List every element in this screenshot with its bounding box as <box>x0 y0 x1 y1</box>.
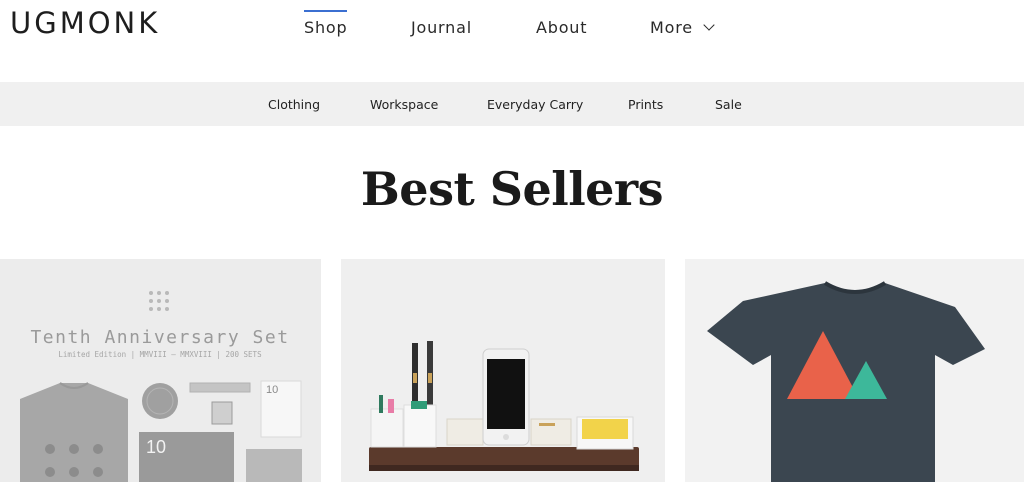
product-card-triangle-tee[interactable] <box>685 259 1024 482</box>
section-title: Best Sellers <box>360 162 664 216</box>
notebook-number: 10 <box>146 437 166 457</box>
chevron-down-icon <box>703 19 715 31</box>
anniversary-title: Tenth Anniversary Set <box>30 327 289 348</box>
main-nav: Shop Journal About More <box>0 0 1024 60</box>
anniversary-set-image: Tenth Anniversary Set Limited Edition | … <box>20 291 302 482</box>
dot-grid-logo-icon <box>149 291 169 311</box>
nav-about[interactable]: About <box>536 18 587 37</box>
nav-more[interactable]: More <box>650 18 715 37</box>
svg-text:10: 10 <box>266 384 278 396</box>
category-sale[interactable]: Sale <box>715 97 742 112</box>
nav-more-label: More <box>650 18 693 37</box>
category-everyday-carry[interactable]: Everyday Carry <box>487 97 583 112</box>
category-nav: Clothing Workspace Everyday Carry Prints… <box>0 82 1024 126</box>
nav-journal[interactable]: Journal <box>411 18 472 37</box>
category-clothing[interactable]: Clothing <box>268 97 320 112</box>
product-card-desk-organizer[interactable] <box>341 259 665 482</box>
category-prints[interactable]: Prints <box>628 97 663 112</box>
desk-organizer-image <box>369 341 639 471</box>
category-workspace[interactable]: Workspace <box>370 97 438 112</box>
anniversary-subtitle: Limited Edition | MMVIII – MMXVIII | 200… <box>58 350 262 359</box>
triangle-tshirt-image <box>707 281 985 482</box>
nav-shop[interactable]: Shop <box>304 10 348 37</box>
product-card-anniversary-set[interactable]: Tenth Anniversary Set Limited Edition | … <box>0 259 321 482</box>
